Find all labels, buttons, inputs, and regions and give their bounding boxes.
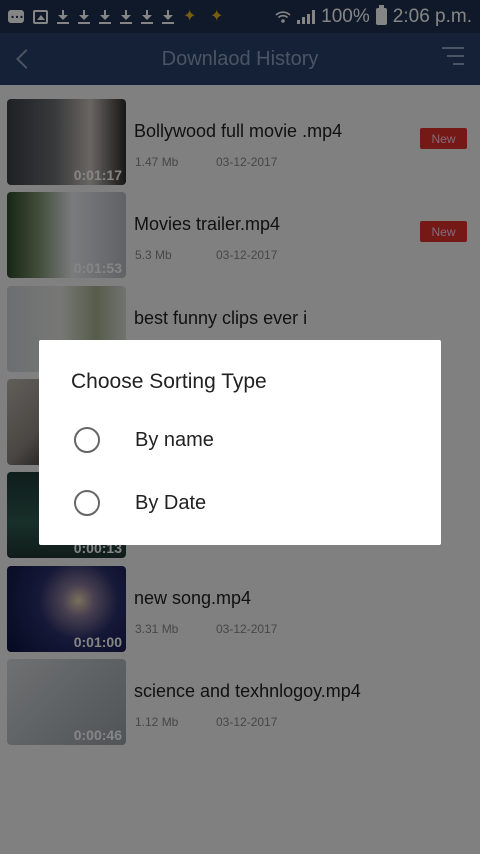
radio-button[interactable] — [74, 490, 100, 516]
sort-option-label: By name — [135, 428, 214, 451]
dialog-title: Choose Sorting Type — [71, 370, 267, 393]
sort-option-by-name[interactable]: By name — [39, 411, 441, 469]
sort-option-label: By Date — [135, 491, 207, 514]
radio-button[interactable] — [74, 427, 100, 453]
sort-dialog: Choose Sorting Type By name By Date — [39, 340, 441, 545]
sort-option-by-date[interactable]: By Date — [39, 474, 441, 532]
